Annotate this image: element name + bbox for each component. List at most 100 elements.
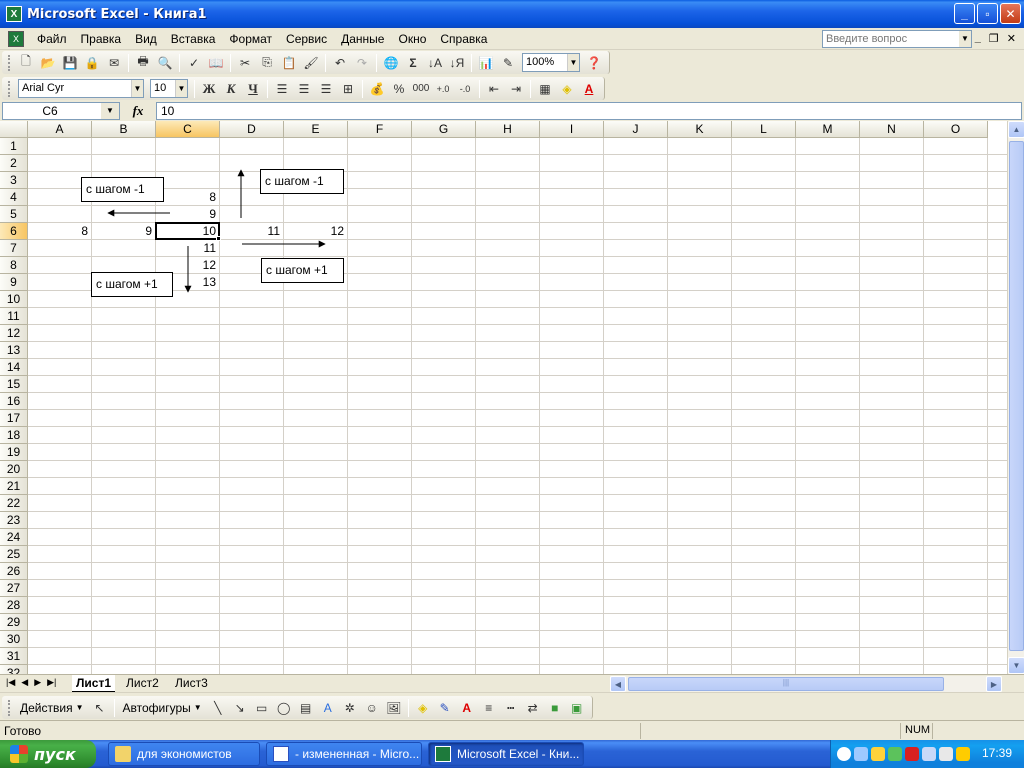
sort-ascending-icon[interactable]: ↓A xyxy=(424,53,446,73)
dash-style-icon[interactable]: ┅ xyxy=(500,698,522,718)
font-select[interactable]: Arial Cyr ▼ xyxy=(18,79,144,98)
copy-icon[interactable]: ⎘ xyxy=(256,53,278,73)
menu-format[interactable]: Формат xyxy=(222,32,279,46)
kaspersky-icon[interactable] xyxy=(905,747,919,761)
shadow-icon[interactable]: ■ xyxy=(544,698,566,718)
horizontal-scroll-thumb[interactable]: ||| xyxy=(628,677,944,691)
toolbar-grip[interactable] xyxy=(8,80,11,97)
prev-sheet-icon[interactable]: ◀ xyxy=(21,677,28,688)
currency-icon[interactable]: 💰 xyxy=(366,79,388,99)
increase-decimal-icon[interactable]: +.0 xyxy=(432,79,454,99)
help-question-input[interactable]: Введите вопрос ▼ xyxy=(822,30,972,48)
chevron-down-icon[interactable]: ▼ xyxy=(101,103,119,119)
shield-icon[interactable] xyxy=(956,747,970,761)
task-word[interactable]: - измененная - Micro... xyxy=(266,742,422,766)
menu-data[interactable]: Данные xyxy=(334,32,391,46)
task-folder[interactable]: для экономистов xyxy=(108,742,260,766)
sheet-tab-3[interactable]: Лист3 xyxy=(171,675,212,692)
antivirus-icon[interactable] xyxy=(871,747,885,761)
diagram-icon[interactable]: ✲ xyxy=(339,698,361,718)
thousands-button[interactable]: 000 xyxy=(410,79,432,99)
menu-tools[interactable]: Сервис xyxy=(279,32,334,46)
name-box[interactable]: C6 ▼ xyxy=(2,102,120,120)
new-icon[interactable]: 🗋 xyxy=(15,53,37,73)
help-icon[interactable]: ❓ xyxy=(583,53,605,73)
display-icon[interactable] xyxy=(922,747,936,761)
volume-icon[interactable] xyxy=(939,747,953,761)
font-size-select[interactable]: 10 ▼ xyxy=(150,79,188,98)
cut-icon[interactable]: ✂ xyxy=(234,53,256,73)
start-button[interactable]: пуск xyxy=(0,740,96,768)
next-sheet-icon[interactable]: ▶ xyxy=(34,677,41,688)
drawing-icon[interactable]: ✎ xyxy=(497,53,519,73)
open-icon[interactable]: 📂 xyxy=(37,53,59,73)
align-center-icon[interactable]: ☰ xyxy=(293,79,315,99)
zoom-select[interactable]: 100% ▼ xyxy=(522,53,580,72)
menu-window[interactable]: Окно xyxy=(391,32,433,46)
menu-help[interactable]: Справка xyxy=(433,32,494,46)
scroll-left-icon[interactable]: ◀ xyxy=(610,676,626,692)
doc-close-button[interactable]: ✕ xyxy=(1007,32,1016,45)
spelling-icon[interactable]: ✓ xyxy=(183,53,205,73)
line-color-icon[interactable]: ✎ xyxy=(434,698,456,718)
scroll-right-icon[interactable]: ▶ xyxy=(986,676,1002,692)
menu-file[interactable]: Файл xyxy=(30,32,74,46)
insert-function-button[interactable]: fx xyxy=(120,103,156,119)
sheet-tab-1[interactable]: Лист1 xyxy=(72,675,116,692)
decrease-indent-icon[interactable]: ⇤ xyxy=(483,79,505,99)
clipart-icon[interactable]: ☺ xyxy=(361,698,383,718)
horizontal-scrollbar[interactable]: ◀ ||| ▶ xyxy=(610,676,1002,692)
formula-input[interactable]: 10 xyxy=(156,102,1022,120)
permission-icon[interactable]: 🔒 xyxy=(81,53,103,73)
save-icon[interactable]: 💾 xyxy=(59,53,81,73)
doc-minimize-button[interactable]: _ xyxy=(975,32,981,45)
doc-restore-button[interactable]: ❐ xyxy=(989,32,999,45)
vertical-scrollbar[interactable]: ▲ ▼ xyxy=(1007,121,1024,674)
security-icon[interactable] xyxy=(888,747,902,761)
fill-color-icon[interactable]: ◈ xyxy=(556,79,578,99)
hyperlink-icon[interactable]: 🌐 xyxy=(380,53,402,73)
scroll-up-icon[interactable]: ▲ xyxy=(1008,121,1024,138)
close-button[interactable]: ✕ xyxy=(1000,3,1021,24)
borders-icon[interactable]: ▦ xyxy=(534,79,556,99)
wordart-icon[interactable]: A xyxy=(317,698,339,718)
worksheet-grid[interactable]: ABCDEFGHIJKLMNO 1 2 3 4 5 6 7 8 9 10 11 12 13 14 15 16 1… xyxy=(0,121,1024,674)
underline-button[interactable]: Ч xyxy=(242,79,264,99)
menu-insert[interactable]: Вставка xyxy=(164,32,223,46)
line-icon[interactable]: ╲ xyxy=(207,698,229,718)
maximize-button[interactable]: ▫ xyxy=(977,3,998,24)
decrease-decimal-icon[interactable]: -.0 xyxy=(454,79,476,99)
preview-icon[interactable]: 🔍 xyxy=(154,53,176,73)
actions-menu[interactable]: Действия ▼ xyxy=(15,701,89,715)
toolbar-grip[interactable] xyxy=(8,699,11,716)
research-icon[interactable]: 📖 xyxy=(205,53,227,73)
redo-icon[interactable]: ↷ xyxy=(351,53,373,73)
align-left-icon[interactable]: ☰ xyxy=(271,79,293,99)
font-color-icon[interactable]: A xyxy=(578,79,600,99)
chevron-down-icon[interactable]: ▼ xyxy=(175,80,187,97)
sheet-tab-2[interactable]: Лист2 xyxy=(122,675,163,692)
align-right-icon[interactable]: ☰ xyxy=(315,79,337,99)
3d-icon[interactable]: ▣ xyxy=(566,698,588,718)
picture-icon[interactable]: 🖼 xyxy=(383,698,405,718)
merge-center-icon[interactable]: ⊞ xyxy=(337,79,359,99)
fill-color-icon[interactable]: ◈ xyxy=(412,698,434,718)
network-icon[interactable] xyxy=(854,747,868,761)
excel-icon[interactable]: X xyxy=(6,6,22,22)
textbox-icon[interactable]: ▤ xyxy=(295,698,317,718)
rectangle-icon[interactable]: ▭ xyxy=(251,698,273,718)
collapse-tray-icon[interactable] xyxy=(837,747,851,761)
font-color-icon[interactable]: A xyxy=(456,698,478,718)
workbook-icon[interactable]: X xyxy=(8,30,24,47)
increase-indent-icon[interactable]: ⇥ xyxy=(505,79,527,99)
first-sheet-icon[interactable]: |◀ xyxy=(6,677,15,688)
print-icon[interactable]: 🖶 xyxy=(132,53,154,73)
select-objects-icon[interactable]: ↖ xyxy=(89,698,111,718)
paste-icon[interactable]: 📋 xyxy=(278,53,300,73)
chevron-down-icon[interactable]: ▼ xyxy=(131,80,143,97)
percent-button[interactable]: % xyxy=(388,79,410,99)
email-icon[interactable]: ✉ xyxy=(103,53,125,73)
sort-descending-icon[interactable]: ↓Я xyxy=(446,53,468,73)
bold-button[interactable]: Ж xyxy=(198,79,220,99)
arrow-style-icon[interactable]: ⇄ xyxy=(522,698,544,718)
